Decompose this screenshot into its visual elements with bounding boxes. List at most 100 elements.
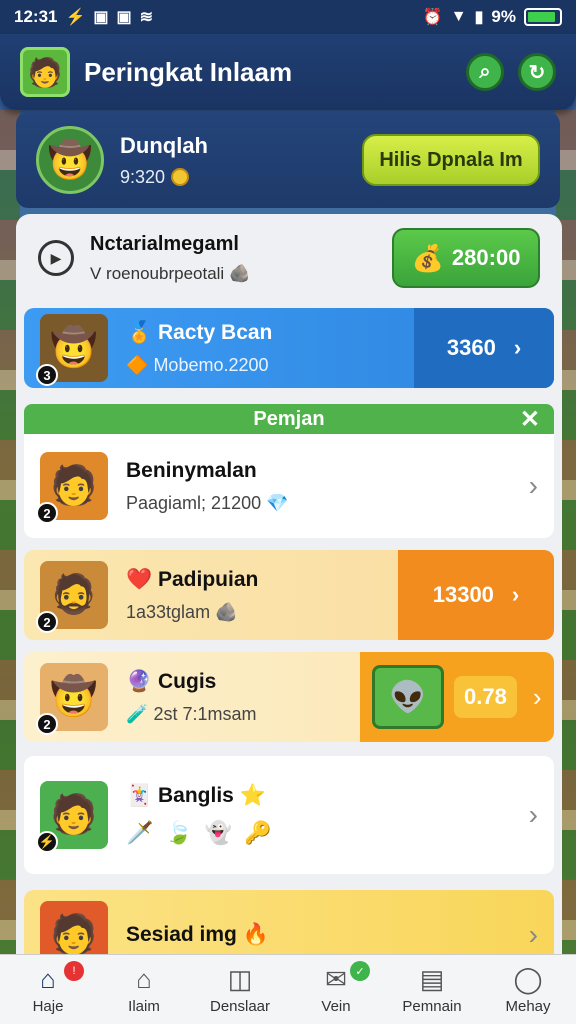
section-header: Pemjan ✕ [24,404,554,434]
play-icon[interactable]: ▶ [38,240,74,276]
player-avatar: 🤠 2 [36,663,108,735]
signal-icon: ▮ [474,9,484,26]
info-subtitle: V roenoubrpeotali [90,263,225,283]
ghost-icon: 👻 [204,820,233,845]
rank-badge: 2 [36,713,58,735]
clock: 12:31 [14,7,58,26]
clipboard-icon: ▤ [419,964,445,994]
chevron-right-icon: › [528,799,538,830]
score-box: 3360 › [414,308,554,388]
star-icon: ⭐ [239,784,266,807]
search-icon: ⌕ [479,60,491,83]
status-bar: 12:31 ⚡ ▣ ▣ ≋ ⏰ ▼ ▮ 9% [0,0,576,34]
player-name: Beninymalan [126,458,257,482]
potion-icon: 🧪 [126,703,149,724]
player-avatar: 🧔 2 [36,561,108,633]
player-avatar: 🧑 ⚡ [36,781,108,853]
leaderboard-panel: ▶ Nctarialmegaml V roenoubrpeotali 🪨 💰 2… [16,214,562,974]
user-name: Dunqlah [120,132,208,158]
player-subtitle: Paagiaml; 21200 [126,492,262,513]
fire-icon: 🔥 [242,923,269,946]
notification-badge: ✓ [350,961,370,981]
nav-item-mehay[interactable]: ◯ Mehay [480,955,576,1024]
rank-badge: 3 [36,364,58,386]
nav-label: Pemnain [402,998,462,1015]
image-icon: ▣ [116,9,132,26]
user-score: 9:320 [120,166,166,187]
current-user-card: 🤠 Dunqlah 9:320 Hilis Dpnala Im [16,112,560,208]
sword-icon: 🗡️ [126,820,154,845]
coin-icon [171,168,190,186]
rank-badge: ⚡ [36,831,58,853]
nav-label: Haje [32,998,64,1015]
player-name: Padipuian [158,567,259,591]
notification-badge: ! [64,961,84,981]
info-title: Nctarialmegaml [90,232,239,255]
section-title: Pemjan [253,407,325,430]
house-icon: ⌂ [136,964,152,994]
chevron-right-icon: › [511,582,520,607]
heart-icon: ❤️ [126,567,153,591]
player-name: Cugis [158,669,217,693]
bottom-navigation: ⌂ ! Haje ⌂ Ilaim ◫ Denslaar ✉ ✓ Vein ▤ P… [0,954,576,1024]
refresh-icon: ↻ [528,61,546,84]
alarm-icon: ⏰ [422,9,443,26]
leaf-icon: 🍃 [165,820,193,845]
player-score: 0.78 [454,676,517,718]
player-name: Sesiad img [126,923,237,946]
battery-fill [528,12,555,22]
nav-item-vein[interactable]: ✉ ✓ Vein [288,955,384,1024]
nav-item-pemnain[interactable]: ▤ Pemnain [384,955,480,1024]
player-subtitle: Mobemo.2200 [153,354,269,375]
stone-icon: 🪨 [215,601,238,622]
chevron-right-icon: › [528,919,538,950]
wifi-icon: ≋ [139,9,154,26]
image-icon: ▣ [93,9,109,26]
reward-badge-button[interactable]: 💰 280:00 [392,228,540,288]
user-avatar[interactable]: 🤠 [36,126,104,194]
nav-label: Denslaar [209,998,271,1015]
battery-percent: 9% [491,7,516,26]
player-score: 13300 [432,582,494,607]
nav-item-haje[interactable]: ⌂ ! Haje [0,955,96,1024]
info-row: ▶ Nctarialmegaml V roenoubrpeotali 🪨 💰 2… [16,214,562,302]
companion-avatar: 👽 [372,665,444,729]
leaderboard-row[interactable]: 🤠 2 🔮 Cugis 🧪 2st 7:1msam 👽 0.78 › [24,652,554,742]
app-header: 🧑 Peringkat Inlaam ⌕ ↻ [0,34,576,110]
chevron-right-icon: › [513,335,522,360]
user-action-button[interactable]: Hilis Dpnala Im [362,134,540,186]
stone-icon: 🪨 [228,263,251,283]
player-name: Racty Bcan [158,320,273,344]
chat-icon: ✉ [325,964,347,994]
leaderboard-row[interactable]: 🧑 ⚡ 🃏 Banglis ⭐ 🗡️ 🍃 👻 🔑 › [24,756,554,874]
score-box: 👽 0.78 › [360,652,554,742]
usb-icon: ⚡ [65,9,86,26]
profile-icon: ◯ [513,964,543,994]
leaderboard-row-highlight[interactable]: 🤠 3 🏅 Racty Bcan 🔶 Mobemo.2200 3360 › [24,308,554,388]
player-subtitle: 1a33tglam [126,601,211,622]
camera-icon: ◫ [227,964,253,994]
nav-item-denslaar[interactable]: ◫ Denslaar [192,955,288,1024]
search-button[interactable]: ⌕ [466,53,504,91]
home-icon: ⌂ [40,964,56,994]
nav-label: Vein [321,998,351,1015]
medal-icon: 🏅 [126,320,153,344]
nav-item-ilaim[interactable]: ⌂ Ilaim [96,955,192,1024]
app-avatar[interactable]: 🧑 [20,47,70,97]
card-icon: 🃏 [126,784,153,807]
rank-badge: 2 [36,611,58,633]
wifi-icon: ▼ [450,8,467,25]
key-icon: 🔑 [244,820,272,845]
player-subtitle: 2st 7:1msam [153,703,257,724]
chevron-right-icon: › [532,681,542,712]
player-avatar: 🤠 3 [36,314,108,386]
rank-badge: 2 [36,502,58,524]
refresh-button[interactable]: ↻ [518,53,556,91]
nav-label: Ilaim [128,998,160,1015]
close-icon[interactable]: ✕ [520,405,540,434]
leaderboard-row[interactable]: 🧑 2 Beninymalan Paagiaml; 21200 💎 › [24,434,554,538]
nav-label: Mehay [505,998,551,1015]
leaderboard-row[interactable]: 🧔 2 ❤️ Padipuian 1a33tglam 🪨 13300 › [24,550,554,640]
player-name: Banglis [158,784,234,807]
gem-icon: 💎 [266,492,289,513]
